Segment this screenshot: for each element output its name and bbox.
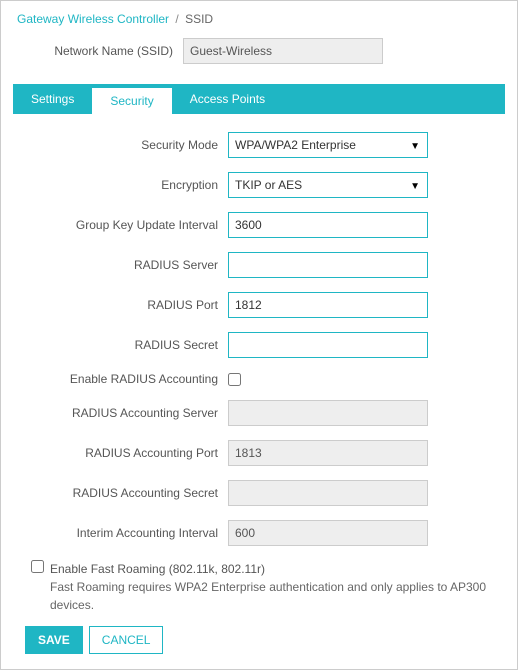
enable-radius-accounting-label: Enable RADIUS Accounting — [13, 372, 228, 386]
interim-interval-label: Interim Accounting Interval — [13, 526, 228, 540]
fast-roaming-label: Enable Fast Roaming (802.11k, 802.11r) — [50, 560, 505, 578]
radius-accounting-server-row: RADIUS Accounting Server — [13, 400, 505, 426]
ssid-row: Network Name (SSID) — [13, 38, 505, 64]
encryption-row: Encryption TKIP or AES ▼ — [13, 172, 505, 198]
save-button[interactable]: SAVE — [25, 626, 83, 654]
radius-server-input[interactable] — [228, 252, 428, 278]
cancel-button[interactable]: CANCEL — [89, 626, 164, 654]
radius-server-row: RADIUS Server — [13, 252, 505, 278]
fast-roaming-checkbox[interactable] — [31, 560, 44, 573]
group-key-row: Group Key Update Interval — [13, 212, 505, 238]
radius-port-label: RADIUS Port — [13, 298, 228, 312]
ssid-label: Network Name (SSID) — [13, 44, 183, 58]
radius-accounting-port-label: RADIUS Accounting Port — [13, 446, 228, 460]
security-mode-row: Security Mode WPA/WPA2 Enterprise ▼ — [13, 132, 505, 158]
enable-radius-accounting-row: Enable RADIUS Accounting — [13, 372, 505, 386]
group-key-input[interactable] — [228, 212, 428, 238]
breadcrumb-parent-link[interactable]: Gateway Wireless Controller — [17, 12, 169, 26]
interim-interval-input[interactable] — [228, 520, 428, 546]
enable-radius-accounting-checkbox[interactable] — [228, 373, 241, 386]
security-mode-label: Security Mode — [13, 138, 228, 152]
interim-interval-row: Interim Accounting Interval — [13, 520, 505, 546]
encryption-select[interactable]: TKIP or AES — [228, 172, 428, 198]
tab-access-points[interactable]: Access Points — [172, 84, 283, 114]
tab-settings[interactable]: Settings — [13, 84, 92, 114]
radius-secret-row: RADIUS Secret — [13, 332, 505, 358]
encryption-label: Encryption — [13, 178, 228, 192]
radius-accounting-secret-input[interactable] — [228, 480, 428, 506]
radius-port-input[interactable] — [228, 292, 428, 318]
fast-roaming-note: Fast Roaming requires WPA2 Enterprise au… — [50, 578, 505, 614]
breadcrumb-current: SSID — [185, 12, 213, 26]
button-row: SAVE CANCEL — [25, 626, 505, 654]
fast-roaming-text: Enable Fast Roaming (802.11k, 802.11r) F… — [50, 560, 505, 614]
ssid-input[interactable] — [183, 38, 383, 64]
group-key-label: Group Key Update Interval — [13, 218, 228, 232]
tab-security[interactable]: Security — [92, 88, 171, 114]
radius-accounting-secret-row: RADIUS Accounting Secret — [13, 480, 505, 506]
radius-accounting-port-row: RADIUS Accounting Port — [13, 440, 505, 466]
page: Gateway Wireless Controller / SSID Netwo… — [0, 0, 518, 670]
fast-roaming-row: Enable Fast Roaming (802.11k, 802.11r) F… — [31, 560, 505, 614]
radius-accounting-server-input[interactable] — [228, 400, 428, 426]
radius-accounting-port-input[interactable] — [228, 440, 428, 466]
radius-secret-label: RADIUS Secret — [13, 338, 228, 352]
radius-port-row: RADIUS Port — [13, 292, 505, 318]
radius-accounting-secret-label: RADIUS Accounting Secret — [13, 486, 228, 500]
radius-secret-input[interactable] — [228, 332, 428, 358]
radius-accounting-server-label: RADIUS Accounting Server — [13, 406, 228, 420]
radius-server-label: RADIUS Server — [13, 258, 228, 272]
breadcrumb: Gateway Wireless Controller / SSID — [13, 9, 505, 26]
security-mode-select[interactable]: WPA/WPA2 Enterprise — [228, 132, 428, 158]
tab-bar: Settings Security Access Points — [13, 84, 505, 114]
breadcrumb-separator: / — [175, 12, 178, 26]
